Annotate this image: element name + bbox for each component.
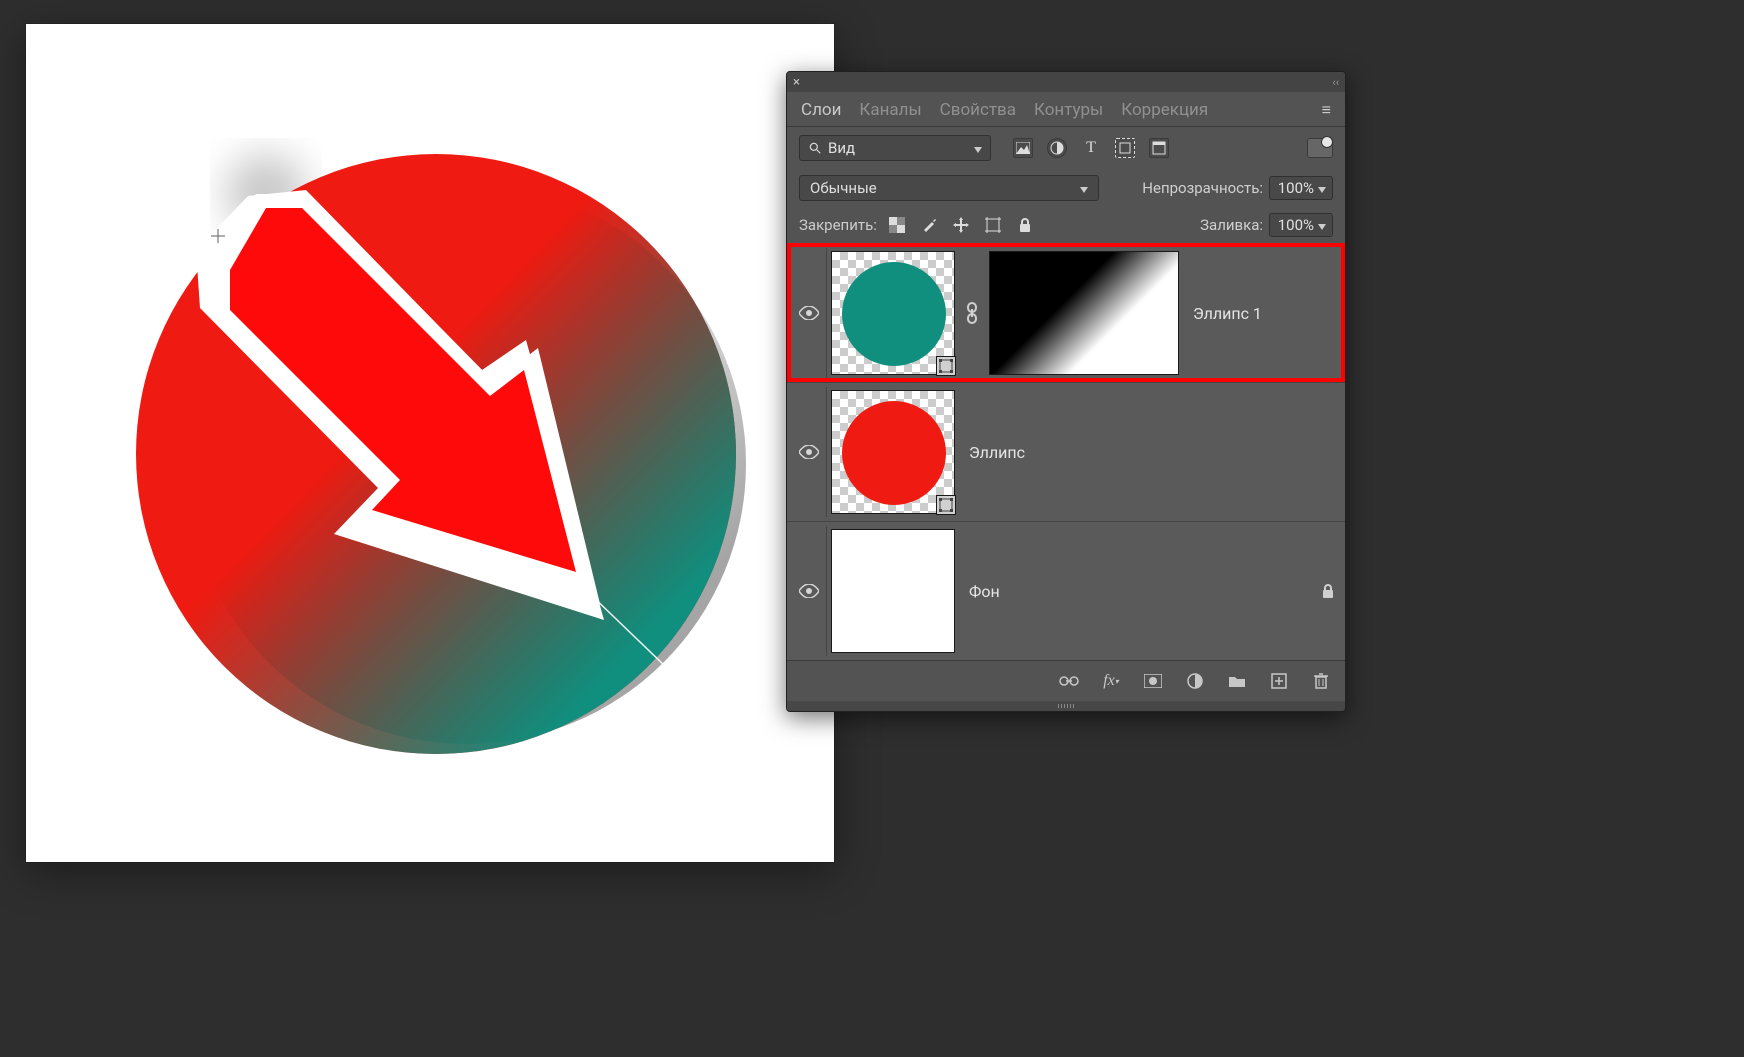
visibility-toggle[interactable]: [791, 387, 827, 517]
panel-tabs: Слои Каналы Свойства Контуры Коррекция ≡: [787, 92, 1345, 127]
filter-text-icon[interactable]: T: [1081, 138, 1101, 158]
visibility-toggle[interactable]: [791, 248, 827, 378]
canvas-artwork: [26, 24, 834, 862]
lock-icons: [887, 215, 1035, 235]
link-mask-icon[interactable]: [965, 302, 979, 324]
chevron-down-icon: [974, 139, 982, 157]
filter-shape-icon[interactable]: [1115, 138, 1135, 158]
new-layer-icon[interactable]: [1269, 671, 1289, 691]
filter-adjustment-icon[interactable]: [1047, 138, 1067, 158]
lock-label: Закрепить:: [799, 216, 877, 234]
blend-mode-select[interactable]: Обычные: [799, 175, 1099, 201]
layer-thumbnail[interactable]: [831, 529, 955, 653]
layer-thumbnail[interactable]: [831, 390, 955, 514]
visibility-toggle[interactable]: [791, 526, 827, 656]
fill-label: Заливка:: [1200, 216, 1263, 234]
fx-icon[interactable]: fx▾: [1101, 671, 1121, 691]
fill-input[interactable]: 100%: [1269, 213, 1333, 237]
lock-position-icon[interactable]: [951, 215, 971, 235]
chevron-down-icon: [1318, 179, 1326, 197]
shape-badge-icon: [936, 495, 956, 515]
panel-titlebar[interactable]: × ‹‹: [787, 72, 1345, 92]
filter-toggle[interactable]: [1307, 138, 1333, 158]
resize-grip[interactable]: [787, 701, 1345, 711]
opacity-value: 100%: [1278, 179, 1314, 197]
trash-icon[interactable]: [1311, 671, 1331, 691]
layer-thumbnail[interactable]: [831, 251, 955, 375]
layer-list: Эллипс 1 Эллипс: [787, 243, 1345, 660]
lock-icon[interactable]: [1321, 583, 1335, 599]
toggle-dot: [1321, 136, 1333, 148]
chevron-down-icon: [1318, 216, 1326, 234]
collapse-icon[interactable]: ‹‹: [1332, 76, 1339, 89]
tab-layers[interactable]: Слои: [801, 100, 841, 120]
layer-kind-select[interactable]: Вид: [799, 135, 991, 161]
eye-icon: [799, 306, 819, 320]
lock-transparency-icon[interactable]: [887, 215, 907, 235]
group-icon[interactable]: [1227, 671, 1247, 691]
panel-footer: fx▾: [787, 660, 1345, 701]
shape-badge-icon: [936, 356, 956, 376]
lock-all-icon[interactable]: [1015, 215, 1035, 235]
blend-mode-value: Обычные: [810, 179, 877, 197]
link-layers-icon[interactable]: [1059, 671, 1079, 691]
tab-paths[interactable]: Контуры: [1034, 100, 1103, 120]
tab-adjustments[interactable]: Коррекция: [1121, 100, 1208, 120]
lock-row: Закрепить: Заливка: 100%: [787, 207, 1345, 243]
filter-row: Вид T: [787, 127, 1345, 169]
layers-panel: × ‹‹ Слои Каналы Свойства Контуры Коррек…: [786, 71, 1346, 712]
adjustment-icon[interactable]: [1185, 671, 1205, 691]
opacity-label: Непрозрачность:: [1142, 179, 1263, 197]
tab-channels[interactable]: Каналы: [859, 100, 921, 120]
opacity-input[interactable]: 100%: [1269, 176, 1333, 200]
layer-name[interactable]: Фон: [969, 582, 1000, 601]
layer-row-ellipse1[interactable]: Эллипс 1: [787, 243, 1345, 382]
search-icon: [808, 141, 822, 155]
blend-row: Обычные Непрозрачность: 100%: [787, 169, 1345, 207]
close-icon[interactable]: ×: [793, 75, 800, 90]
filter-smartobject-icon[interactable]: [1149, 138, 1169, 158]
document-canvas[interactable]: [26, 24, 834, 862]
panel-menu-icon[interactable]: ≡: [1322, 102, 1331, 118]
lock-artboard-icon[interactable]: [983, 215, 1003, 235]
add-mask-icon[interactable]: [1143, 671, 1163, 691]
layer-name[interactable]: Эллипс 1: [1193, 304, 1262, 323]
layer-row-background[interactable]: Фон: [787, 521, 1345, 660]
eye-icon: [799, 584, 819, 598]
kind-label: Вид: [828, 139, 855, 157]
eye-icon: [799, 445, 819, 459]
filter-pixel-icon[interactable]: [1013, 138, 1033, 158]
layer-name[interactable]: Эллипс: [969, 443, 1025, 462]
layer-type-filters: T: [1013, 138, 1169, 158]
layer-mask-thumbnail[interactable]: [989, 251, 1179, 375]
fill-value: 100%: [1278, 216, 1314, 234]
layer-row-ellipse[interactable]: Эллипс: [787, 382, 1345, 521]
lock-pixels-icon[interactable]: [919, 215, 939, 235]
tab-properties[interactable]: Свойства: [940, 100, 1016, 120]
chevron-down-icon: [1080, 179, 1088, 197]
